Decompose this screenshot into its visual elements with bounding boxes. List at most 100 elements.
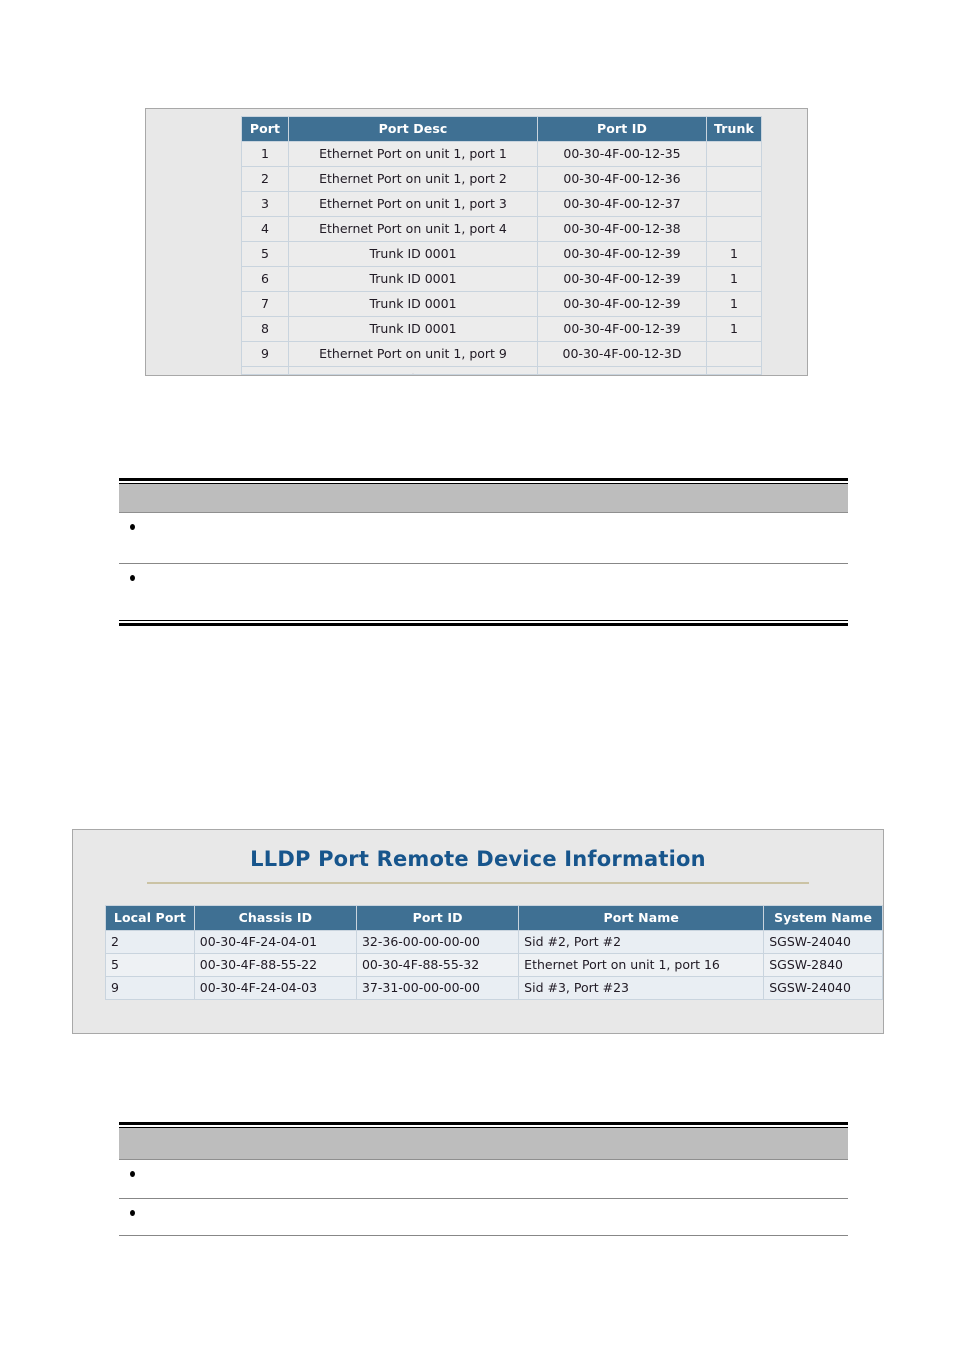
cell-chassis-id: 00-30-4F-24-04-03 [194, 977, 356, 999]
cell-port-desc: Trunk ID 0001 [289, 242, 537, 266]
column-header-system-name: System Name [764, 906, 882, 930]
cell-trunk [707, 167, 761, 191]
cell-port-id: 32-36-00-00-00-00 [356, 931, 519, 953]
cell-trunk [707, 342, 761, 366]
cell-port-id: 37-31-00-00-00-00 [356, 977, 519, 999]
page-title: LLDP Port Remote Device Information [250, 847, 706, 871]
note-top-bullet-text-1 [119, 513, 848, 519]
cell-local-port: 5 [106, 954, 194, 976]
local-port-table: Port Port Desc Port ID Trunk 1 Ethernet … [241, 116, 762, 375]
note-bottom-bullet-row-2 [119, 1199, 848, 1235]
column-header-port-id: Port ID [356, 906, 519, 930]
cell-port-id: 00-30-4F-00-12-39 [538, 292, 706, 316]
table-row: 5 00-30-4F-88-55-22 00-30-4F-88-55-32 Et… [106, 954, 882, 976]
cell-port-name: Ethernet Port on unit 1, port 16 [519, 954, 764, 976]
cell-local-port: 9 [106, 977, 194, 999]
cell-chassis-id: 00-30-4F-88-55-22 [194, 954, 356, 976]
note-top-bottom-rule-thin [119, 620, 848, 621]
note-bottom-bullet-text-2 [119, 1199, 848, 1205]
table-header-row: Local Port Chassis ID Port ID Port Name … [106, 906, 882, 930]
cell-trunk: 1 [707, 292, 761, 316]
note-top-bullet-text-2 [119, 564, 848, 570]
cell-trunk [707, 192, 761, 216]
cell-system-name: SGSW-2840 [764, 954, 882, 976]
column-header-port-desc: Port Desc [289, 117, 537, 141]
note-block-top [119, 478, 848, 626]
cell-port: 4 [242, 217, 288, 241]
cell-trunk: 1 [707, 267, 761, 291]
cell-port: 8 [242, 317, 288, 341]
lldp-table-wrapper: Local Port Chassis ID Port ID Port Name … [105, 905, 883, 1000]
cell-port-id: 00-30-4F-00-12-39 [538, 242, 706, 266]
column-header-port-id: Port ID [538, 117, 706, 141]
table-row: 9 00-30-4F-24-04-03 37-31-00-00-00-00 Si… [106, 977, 882, 999]
note-bottom-rule-thick [119, 1122, 848, 1125]
note-top-bullet-row-2 [119, 564, 848, 620]
column-header-trunk: Trunk [707, 117, 761, 141]
note-top-header-band [119, 484, 848, 513]
cell-local-port: 2 [106, 931, 194, 953]
table-row-clipped: . [242, 367, 761, 374]
cell-port: 1 [242, 142, 288, 166]
note-bottom-bullet-row-1 [119, 1160, 848, 1198]
table-row: 9 Ethernet Port on unit 1, port 9 00-30-… [242, 342, 761, 366]
cell-port: 9 [242, 342, 288, 366]
cell-port: 2 [242, 167, 288, 191]
cell-port: 5 [242, 242, 288, 266]
cell-port-id: 00-30-4F-00-12-38 [538, 217, 706, 241]
cell-port-id [538, 367, 706, 374]
note-block-bottom [119, 1122, 848, 1236]
cell-trunk [707, 142, 761, 166]
cell-port-desc: . [289, 367, 537, 374]
cell-system-name: SGSW-24040 [764, 977, 882, 999]
cell-port-id: 00-30-4F-00-12-39 [538, 317, 706, 341]
table-row: 1 Ethernet Port on unit 1, port 1 00-30-… [242, 142, 761, 166]
cell-trunk [707, 367, 761, 374]
cell-port: 3 [242, 192, 288, 216]
cell-port-id: 00-30-4F-00-12-36 [538, 167, 706, 191]
cell-port-id: 00-30-4F-00-12-39 [538, 267, 706, 291]
local-port-table-screenshot: Port Port Desc Port ID Trunk 1 Ethernet … [145, 108, 808, 376]
note-bottom-bottom-rule [119, 1235, 848, 1236]
cell-trunk: 1 [707, 242, 761, 266]
lldp-remote-device-table: Local Port Chassis ID Port ID Port Name … [105, 905, 883, 1000]
cell-port-desc: Ethernet Port on unit 1, port 9 [289, 342, 537, 366]
note-top-bullet-row-1 [119, 513, 848, 563]
cell-system-name: SGSW-24040 [764, 931, 882, 953]
local-port-table-wrapper: Port Port Desc Port ID Trunk 1 Ethernet … [241, 116, 762, 375]
column-header-port-name: Port Name [519, 906, 764, 930]
cell-port-id: 00-30-4F-88-55-32 [356, 954, 519, 976]
table-row: 2 Ethernet Port on unit 1, port 2 00-30-… [242, 167, 761, 191]
table-row: 6 Trunk ID 0001 00-30-4F-00-12-39 1 [242, 267, 761, 291]
note-bottom-header-text [119, 1128, 848, 1134]
cell-port-desc: Ethernet Port on unit 1, port 4 [289, 217, 537, 241]
cell-port-name: Sid #3, Port #23 [519, 977, 764, 999]
cell-port: 7 [242, 292, 288, 316]
cell-port-id: 00-30-4F-00-12-35 [538, 142, 706, 166]
note-bottom-bullet-text-1 [119, 1160, 848, 1166]
cell-port-desc: Trunk ID 0001 [289, 267, 537, 291]
table-row: 7 Trunk ID 0001 00-30-4F-00-12-39 1 [242, 292, 761, 316]
note-top-rule-thick [119, 478, 848, 481]
cell-port-desc: Ethernet Port on unit 1, port 1 [289, 142, 537, 166]
cell-trunk: 1 [707, 317, 761, 341]
title-divider [147, 882, 809, 884]
cell-port-desc: Trunk ID 0001 [289, 292, 537, 316]
cell-port-name: Sid #2, Port #2 [519, 931, 764, 953]
column-header-chassis-id: Chassis ID [194, 906, 356, 930]
table-row: 2 00-30-4F-24-04-01 32-36-00-00-00-00 Si… [106, 931, 882, 953]
cell-port [242, 367, 288, 374]
column-header-local-port: Local Port [106, 906, 194, 930]
column-header-port: Port [242, 117, 288, 141]
table-header-row: Port Port Desc Port ID Trunk [242, 117, 761, 141]
cell-port-desc: Ethernet Port on unit 1, port 2 [289, 167, 537, 191]
table-row: 8 Trunk ID 0001 00-30-4F-00-12-39 1 [242, 317, 761, 341]
cell-port-id: 00-30-4F-00-12-37 [538, 192, 706, 216]
cell-trunk [707, 217, 761, 241]
cell-port-id: 00-30-4F-00-12-3D [538, 342, 706, 366]
cell-port-desc: Ethernet Port on unit 1, port 3 [289, 192, 537, 216]
cell-port: 6 [242, 267, 288, 291]
cell-port-desc: Trunk ID 0001 [289, 317, 537, 341]
cell-chassis-id: 00-30-4F-24-04-01 [194, 931, 356, 953]
note-top-bottom-rule-thick [119, 623, 848, 626]
